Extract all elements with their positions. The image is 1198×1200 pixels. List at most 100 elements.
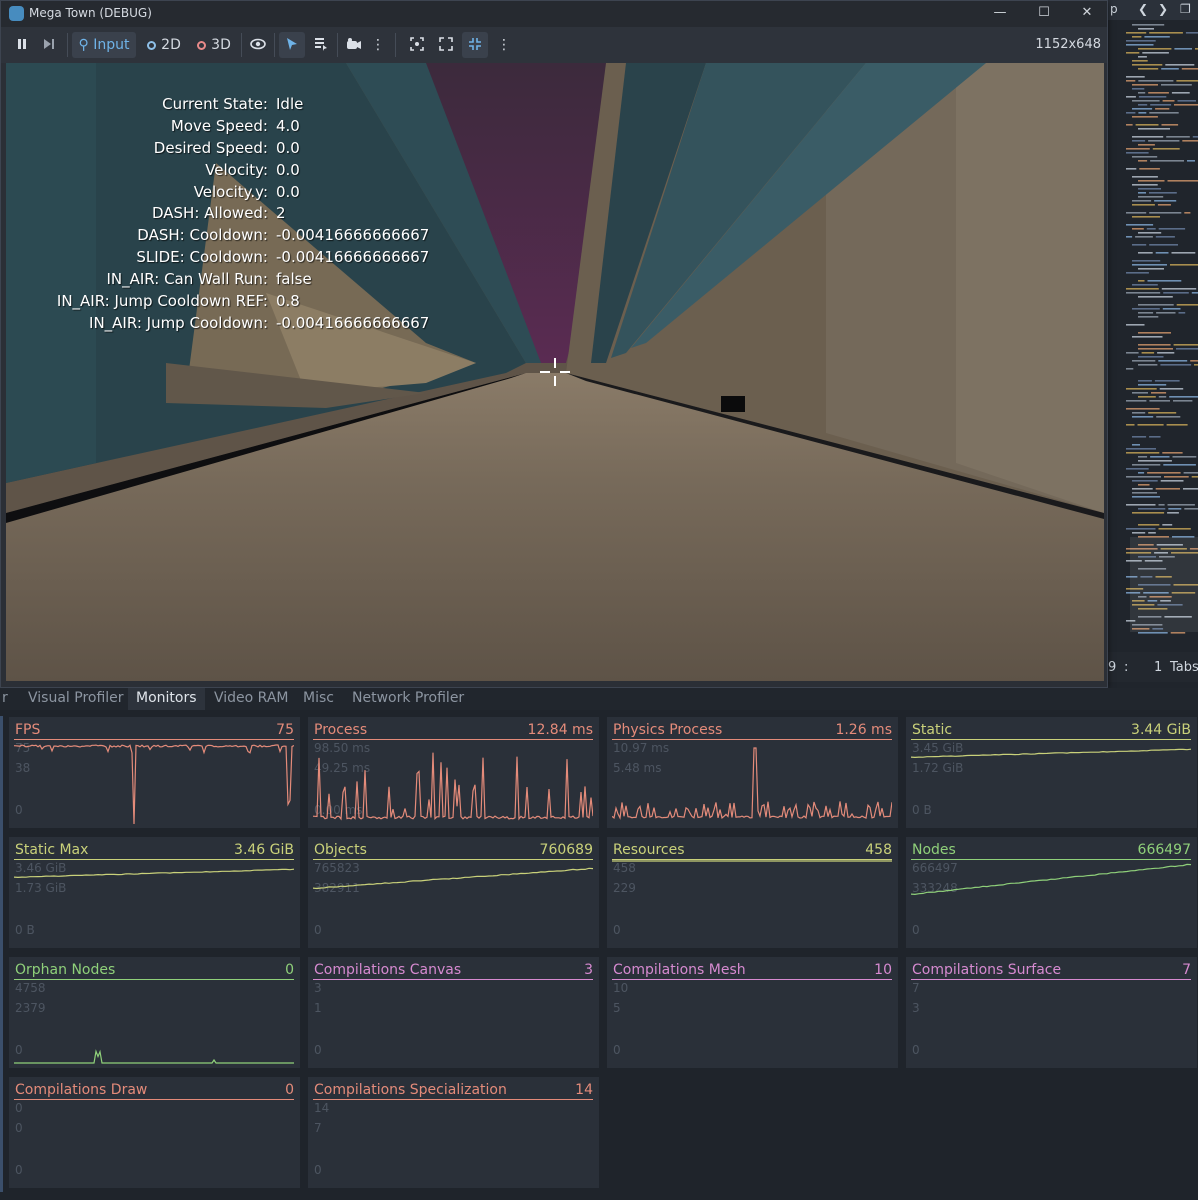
joystick-icon: ⚲: [78, 37, 89, 53]
monitor-panel[interactable]: Physics Process 1.26 ms 10.97 ms 5.48 ms: [607, 717, 898, 828]
minimap-code-line: [1190, 360, 1198, 362]
monitor-value: 760689: [539, 842, 593, 858]
minimap-code-line: [1167, 504, 1195, 506]
status-indent[interactable]: Tabs: [1170, 660, 1198, 675]
hud-value: false: [276, 270, 312, 289]
debugger-tab[interactable]: Visual Profiler: [20, 688, 132, 710]
title-bar[interactable]: Mega Town (DEBUG) — ☐ ✕: [1, 1, 1107, 27]
minimap-code-line: [1126, 76, 1145, 78]
window-title: Mega Town (DEBUG): [29, 6, 152, 20]
minimap-code-line: [1147, 472, 1181, 474]
hud-label: Current State:: [162, 95, 268, 113]
minimize-button[interactable]: —: [991, 4, 1009, 22]
game-toolbar: ⚲ Input 2D 3D ⋮ ⋮ 1152x648: [1, 27, 1107, 63]
minimap-code-line: [1138, 48, 1172, 50]
minimap-code-line: [1126, 96, 1136, 98]
minimap-code-line: [1157, 352, 1175, 354]
monitor-panel[interactable]: Static Max 3.46 GiB 3.46 GiB 1.73 GiB 0 B: [9, 837, 300, 948]
monitor-panel[interactable]: Compilations Mesh 10 10 5 0: [607, 957, 898, 1068]
hud-value: -0.00416666666667: [276, 313, 430, 332]
mode-3d-button[interactable]: 3D: [192, 32, 236, 58]
monitor-value: 7: [1182, 962, 1191, 978]
camera-override-button[interactable]: [343, 32, 365, 58]
hud-row: IN_AIR: Can Wall Run: false: [6, 270, 466, 292]
game-viewport[interactable]: Current State: Idle Move Speed: 4.0 Desired …: [6, 63, 1104, 681]
minimap-code-line: [1169, 396, 1198, 398]
monitor-graph: [313, 980, 593, 1065]
visibility-button[interactable]: [247, 32, 269, 58]
screenshot-button[interactable]: [406, 32, 428, 58]
minimap-code-line: [1126, 80, 1136, 82]
minimap-viewport-highlight[interactable]: [1130, 537, 1198, 632]
monitor-value: 0: [285, 1082, 294, 1098]
embed-window-button[interactable]: [462, 32, 488, 58]
monitor-panel[interactable]: Compilations Canvas 3 3 1 0: [308, 957, 599, 1068]
minimap-code-line: [1132, 24, 1165, 26]
restore-window-icon[interactable]: ❐: [1180, 2, 1191, 16]
mode-2d-button[interactable]: 2D: [142, 32, 186, 58]
monitor-panel[interactable]: Compilations Draw 0 0 0 0: [9, 1077, 300, 1188]
pause-button[interactable]: [11, 32, 33, 58]
hud-row: Current State: Idle: [6, 95, 466, 117]
minimap-code-line: [1138, 316, 1159, 318]
monitor-panel[interactable]: Process 12.84 ms 98.50 ms 49.25 ms 0.00 ms: [308, 717, 599, 828]
debugger-tab[interactable]: Video RAM: [206, 688, 297, 710]
window-options-button[interactable]: ⋮: [497, 32, 511, 58]
close-button[interactable]: ✕: [1078, 4, 1096, 22]
camera-options-button[interactable]: ⋮: [371, 32, 385, 58]
debugger-tab[interactable]: Monitors: [128, 688, 205, 710]
minimap-code-line: [1132, 216, 1160, 218]
monitor-graph: [612, 860, 892, 862]
toolbar-separator: [395, 33, 396, 57]
monitor-header: Compilations Canvas 3: [313, 961, 593, 980]
monitor-panel[interactable]: FPS 75 75 38 0: [9, 717, 300, 828]
debugger-tab[interactable]: r: [0, 688, 16, 710]
maximize-button[interactable]: ☐: [1035, 4, 1053, 22]
hud-label: SLIDE: Cooldown:: [136, 248, 268, 267]
editor-status-bar: 9 : 1 Tabs: [1108, 652, 1198, 682]
monitor-graph-line: [313, 867, 593, 890]
debugger-tab[interactable]: Misc: [295, 688, 342, 710]
monitor-panel[interactable]: Compilations Surface 7 7 3 0: [906, 957, 1197, 1068]
code-minimap[interactable]: [1122, 22, 1198, 642]
minimap-code-line: [1132, 412, 1146, 414]
minimap-code-line: [1138, 632, 1168, 634]
monitor-panel[interactable]: Static 3.44 GiB 3.45 GiB 1.72 GiB 0 B: [906, 717, 1197, 828]
fullscreen-button[interactable]: [435, 32, 457, 58]
minimap-code-line: [1138, 280, 1145, 282]
minimap-code-line: [1132, 496, 1160, 498]
minimap-code-line: [1138, 508, 1166, 510]
debugger-tab[interactable]: Network Profiler: [344, 688, 472, 710]
minimap-code-line: [1161, 84, 1192, 86]
minimap-code-line: [1156, 416, 1181, 418]
hud-row: DASH: Cooldown: -0.00416666666667: [6, 226, 466, 248]
next-frame-button[interactable]: [38, 32, 60, 58]
monitor-panel[interactable]: Orphan Nodes 0 4758 2379 0: [9, 957, 300, 1068]
expand-icon: [439, 37, 453, 51]
hud-row: DASH: Allowed: 2: [6, 204, 466, 226]
minimap-code-line: [1151, 392, 1167, 394]
monitor-panel[interactable]: Objects 760689 765823 382911 0: [308, 837, 599, 948]
minimap-code-line: [1155, 108, 1170, 110]
monitor-value: 3: [584, 962, 593, 978]
select-mode-button[interactable]: [279, 32, 305, 58]
minimap-code-line: [1132, 140, 1146, 142]
minimap-code-line: [1126, 476, 1161, 478]
minimap-code-line: [1138, 364, 1158, 366]
editor-tab-fragment[interactable]: p: [1110, 2, 1118, 16]
minimap-code-line: [1132, 176, 1158, 178]
minimap-code-line: [1138, 80, 1174, 82]
minimap-code-line: [1142, 52, 1169, 54]
monitor-graph: [313, 752, 593, 821]
minimap-code-line: [1192, 136, 1198, 138]
chevron-right-icon[interactable]: ❯: [1158, 2, 1168, 16]
monitor-panel[interactable]: Nodes 666497 666497 333248 0: [906, 837, 1197, 948]
monitor-panel[interactable]: Compilations Specialization 14 14 7 0: [308, 1077, 599, 1188]
minimap-code-line: [1163, 292, 1189, 294]
chevron-left-icon[interactable]: ❮: [1138, 2, 1148, 16]
minimap-code-line: [1138, 196, 1164, 198]
monitor-panel[interactable]: Resources 458 458 229 0: [607, 837, 898, 948]
minimap-code-line: [1138, 356, 1164, 358]
input-mode-button[interactable]: ⚲ Input: [72, 32, 136, 58]
list-select-button[interactable]: [310, 32, 332, 58]
